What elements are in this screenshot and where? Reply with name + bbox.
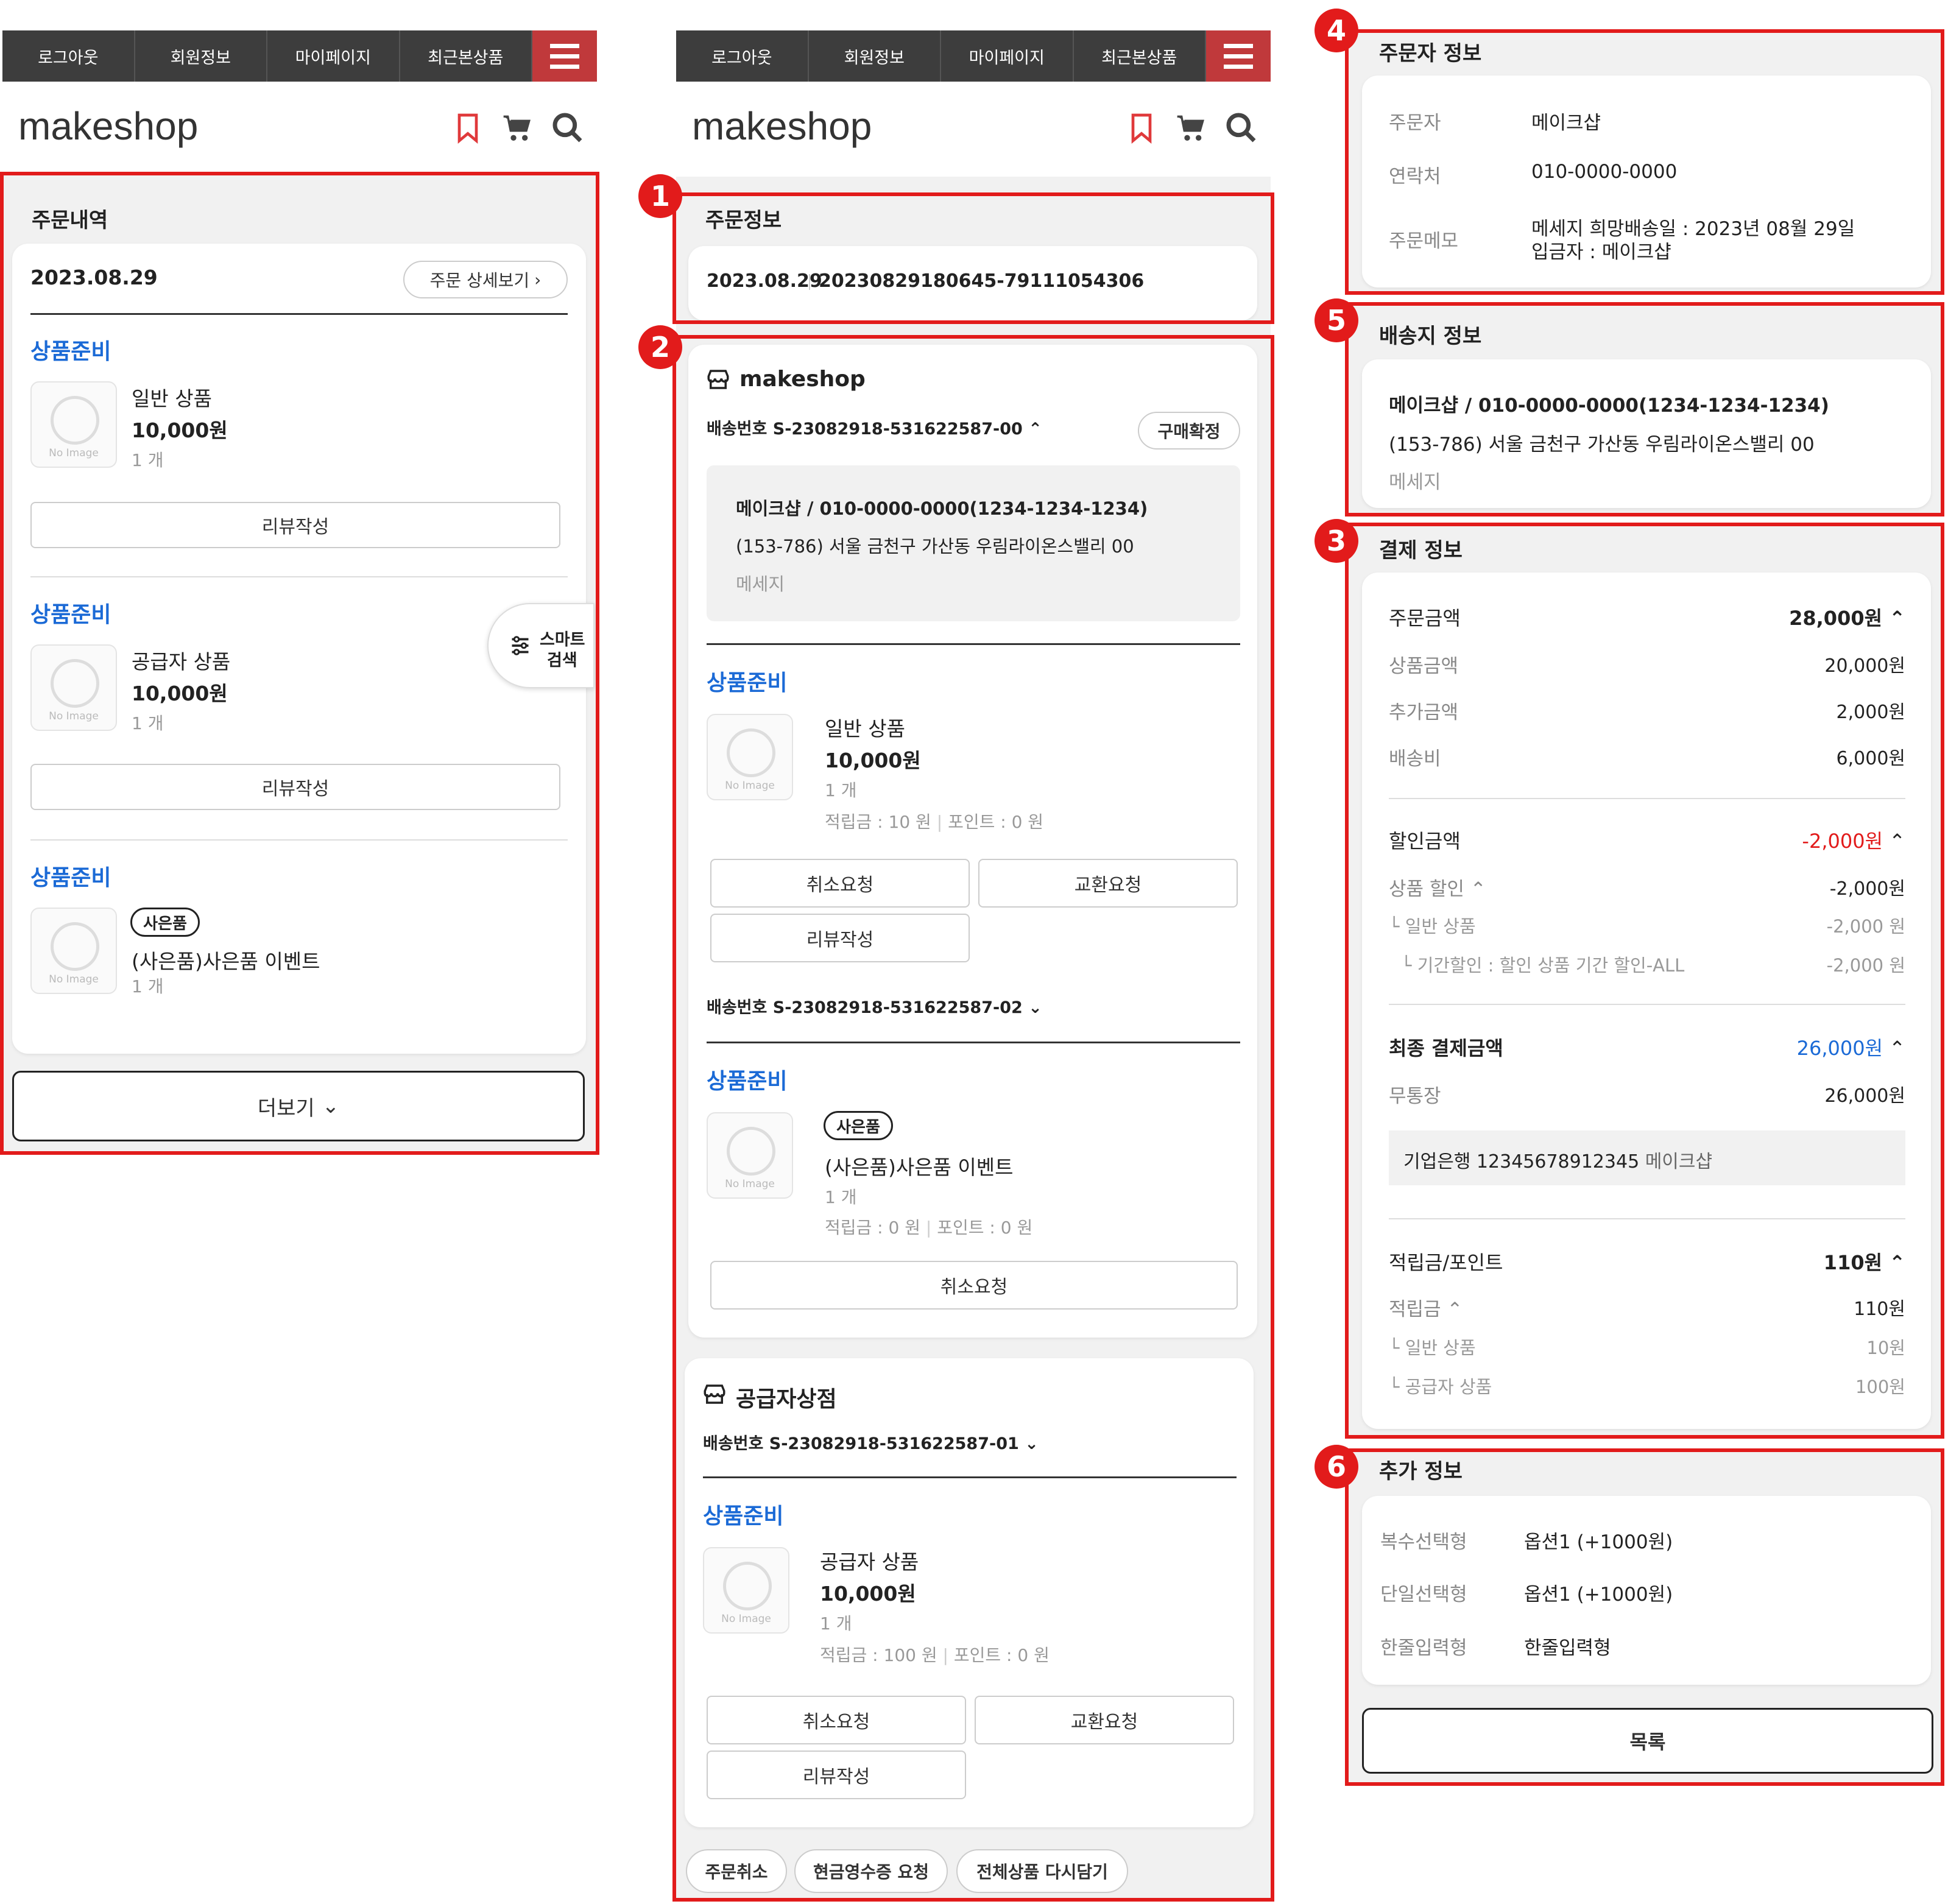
nav-recent-products[interactable]: 최근본상품 [1074, 30, 1206, 82]
bookmark-icon[interactable] [451, 111, 485, 145]
highlight-box [672, 192, 1274, 324]
cart-icon[interactable] [1174, 111, 1209, 145]
nav-mypage[interactable]: 마이페이지 [267, 30, 400, 82]
hamburger-menu-icon[interactable] [1206, 30, 1271, 82]
step-badge: 2 [638, 325, 682, 369]
logo[interactable]: makeshop [18, 104, 198, 149]
nav-recent-products[interactable]: 최근본상품 [400, 30, 532, 82]
bookmark-icon[interactable] [1124, 111, 1159, 145]
panel-order-detail: 로그아웃 회원정보 마이페이지 최근본상품 makeshop [676, 30, 1271, 173]
logo[interactable]: makeshop [692, 104, 872, 149]
site-header: makeshop [676, 82, 1271, 173]
step-badge: 1 [638, 174, 682, 218]
nav-mypage[interactable]: 마이페이지 [941, 30, 1074, 82]
site-header: makeshop [2, 82, 597, 173]
step-badge: 5 [1315, 298, 1358, 342]
hamburger-menu-icon[interactable] [532, 30, 597, 82]
highlight-box [0, 172, 599, 1155]
step-badge: 3 [1315, 519, 1358, 563]
top-nav: 로그아웃 회원정보 마이페이지 최근본상품 [2, 30, 597, 82]
highlight-box [672, 335, 1274, 1902]
highlight-box [1345, 29, 1944, 295]
nav-logout[interactable]: 로그아웃 [2, 30, 135, 82]
top-nav: 로그아웃 회원정보 마이페이지 최근본상품 [676, 30, 1271, 82]
highlight-box [1345, 1448, 1944, 1786]
nav-member-info[interactable]: 회원정보 [135, 30, 267, 82]
search-icon[interactable] [551, 111, 585, 145]
highlight-box [1345, 523, 1944, 1439]
cart-icon[interactable] [501, 111, 535, 145]
step-badge: 4 [1315, 9, 1358, 52]
highlight-box [1345, 302, 1944, 517]
nav-member-info[interactable]: 회원정보 [809, 30, 941, 82]
step-badge: 6 [1315, 1445, 1358, 1489]
nav-logout[interactable]: 로그아웃 [676, 30, 809, 82]
search-icon[interactable] [1224, 111, 1258, 145]
